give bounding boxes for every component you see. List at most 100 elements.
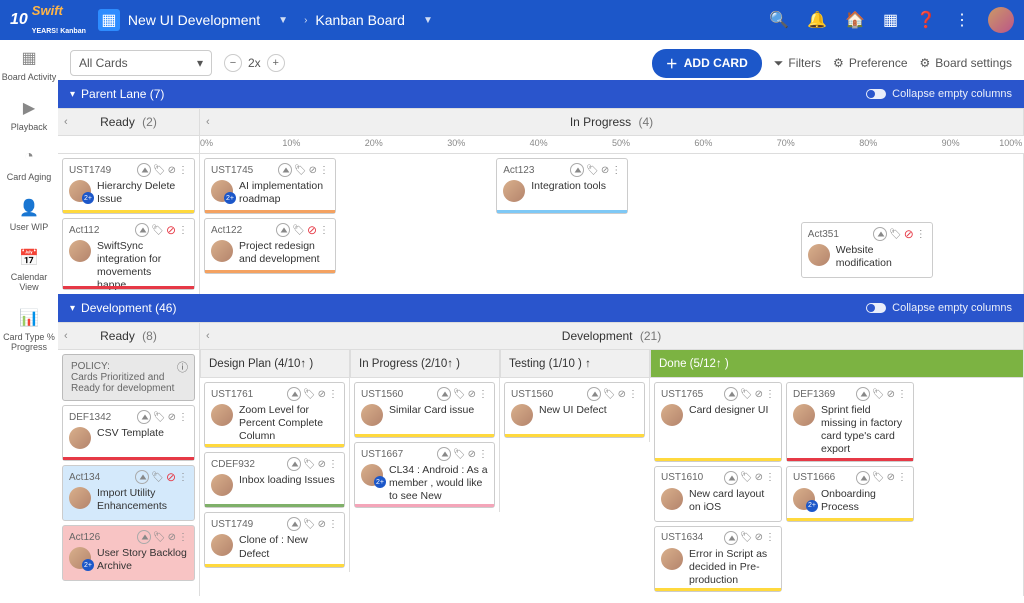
chevron-down-icon[interactable]: ▼ xyxy=(278,15,288,26)
kebab-icon[interactable]: ⋮ xyxy=(178,472,188,483)
filters-button[interactable]: ⏷Filters xyxy=(774,56,821,71)
tag-icon[interactable]: 🏷 xyxy=(153,412,166,423)
hierarchy-icon[interactable] xyxy=(287,387,301,401)
kebab-icon[interactable]: ⋮ xyxy=(478,389,488,400)
kanban-card[interactable]: Act123 🏷 ⊘ ⋮ Integration tools xyxy=(496,158,628,214)
tag-icon[interactable]: 🏷 xyxy=(292,225,305,236)
apps-icon[interactable]: ▦ xyxy=(883,10,898,30)
hierarchy-icon[interactable] xyxy=(137,410,151,424)
sidebar-item-card-aging[interactable]: ◔Card Aging xyxy=(0,148,58,182)
subcolumn-testing[interactable]: Testing (1/10 ) ↑ xyxy=(500,350,650,378)
assignee-avatar[interactable] xyxy=(211,180,233,202)
assignee-avatar[interactable] xyxy=(808,244,830,266)
kanban-card[interactable]: UST1634 🏷 ⊘ ⋮ Error in Script as decided… xyxy=(654,526,782,592)
zoom-in-button[interactable]: + xyxy=(267,54,285,72)
assignee-avatar[interactable] xyxy=(661,404,683,426)
assignee-avatar[interactable] xyxy=(69,547,91,569)
tag-icon[interactable]: 🏷 xyxy=(294,165,307,176)
tag-icon[interactable]: 🏷 xyxy=(153,165,166,176)
tag-icon[interactable]: 🏷 xyxy=(151,472,164,483)
chevron-down-icon[interactable]: ▼ xyxy=(423,15,433,26)
kebab-icon[interactable]: ⋮ xyxy=(628,389,638,400)
hierarchy-icon[interactable] xyxy=(724,471,738,485)
kanban-card[interactable]: UST1745 🏷 ⊘ ⋮ AI implementation roadmap xyxy=(204,158,336,214)
user-avatar[interactable] xyxy=(988,7,1014,33)
kanban-card[interactable]: UST1765 🏷 ⊘ ⋮ Card designer UI xyxy=(654,382,782,462)
assignee-avatar[interactable] xyxy=(511,404,533,426)
preference-button[interactable]: ⚙Preference xyxy=(833,56,907,70)
kebab-icon[interactable]: ⋮ xyxy=(328,459,338,470)
tag-icon[interactable]: 🏷 xyxy=(872,389,885,400)
collapse-toggle[interactable] xyxy=(866,303,886,313)
column-header-development[interactable]: ‹ Development (21) xyxy=(200,323,1024,349)
hierarchy-icon[interactable] xyxy=(724,531,738,545)
column-header-ready[interactable]: ‹ Ready (2) xyxy=(58,109,200,135)
assignee-avatar[interactable] xyxy=(211,474,233,496)
hierarchy-icon[interactable] xyxy=(873,227,887,241)
kebab-icon[interactable]: ⋮ xyxy=(319,225,329,236)
search-icon[interactable]: 🔍 xyxy=(769,10,789,30)
tag-icon[interactable]: 🏷 xyxy=(303,459,316,470)
sidebar-item-calendar[interactable]: 📅Calendar View xyxy=(0,248,58,292)
tag-icon[interactable]: 🏷 xyxy=(153,532,166,543)
tag-icon[interactable]: 🏷 xyxy=(740,472,753,483)
kebab-icon[interactable]: ⋮ xyxy=(611,165,621,176)
tag-icon[interactable]: 🏷 xyxy=(453,389,466,400)
assignee-avatar[interactable] xyxy=(211,404,233,426)
subcolumn-design[interactable]: Design Plan (4/10↑ ) xyxy=(200,350,350,378)
kanban-card[interactable]: UST1610 🏷 ⊘ ⋮ New card layout on iOS xyxy=(654,466,782,522)
assignee-avatar[interactable] xyxy=(69,427,91,449)
kanban-card[interactable]: UST1749 🏷 ⊘ ⋮ Clone of : New Defect xyxy=(204,512,345,568)
assignee-avatar[interactable] xyxy=(69,180,91,202)
info-icon[interactable]: ⓘ xyxy=(177,359,188,375)
hierarchy-icon[interactable] xyxy=(135,470,149,484)
column-header-inprogress[interactable]: ‹ In Progress (4) xyxy=(200,109,1024,135)
board-settings-button[interactable]: ⚙Board settings xyxy=(920,56,1012,70)
kanban-card[interactable]: UST1749 🏷 ⊘ ⋮ Hierarchy Delete Issue xyxy=(62,158,195,214)
hierarchy-icon[interactable] xyxy=(137,530,151,544)
home-icon[interactable]: 🏠 xyxy=(845,10,865,30)
kebab-icon[interactable]: ⋮ xyxy=(178,225,188,236)
kebab-icon[interactable]: ⋮ xyxy=(178,165,188,176)
kebab-icon[interactable]: ⋮ xyxy=(765,472,775,483)
lane-header-development[interactable]: ▾ Development (46) Collapse empty column… xyxy=(58,294,1024,322)
hierarchy-icon[interactable] xyxy=(135,223,149,237)
sidebar-item-board-activity[interactable]: ▦Board Activity xyxy=(0,48,58,82)
kanban-card[interactable]: CDEF932 🏷 ⊘ ⋮ Inbox loading Issues xyxy=(204,452,345,508)
subcolumn-done[interactable]: Done (5/12↑ ) xyxy=(650,350,1024,378)
kanban-card[interactable]: UST1666 🏷 ⊘ ⋮ Onboarding Process xyxy=(786,466,914,522)
hierarchy-icon[interactable] xyxy=(587,387,601,401)
tag-icon[interactable]: 🏷 xyxy=(740,532,753,543)
tag-icon[interactable]: 🏷 xyxy=(889,229,902,240)
hierarchy-icon[interactable] xyxy=(437,387,451,401)
tag-icon[interactable]: 🏷 xyxy=(603,389,616,400)
lane-header-parent[interactable]: ▾ Parent Lane (7) Collapse empty columns xyxy=(58,80,1024,108)
tag-icon[interactable]: 🏷 xyxy=(303,389,316,400)
assignee-avatar[interactable] xyxy=(503,180,525,202)
kanban-card[interactable]: Act126 🏷 ⊘ ⋮ User Story Backlog Archive xyxy=(62,525,195,581)
assignee-avatar[interactable] xyxy=(211,240,233,262)
help-icon[interactable]: ❓ xyxy=(916,10,936,30)
kebab-icon[interactable]: ⋮ xyxy=(178,532,188,543)
assignee-avatar[interactable] xyxy=(793,404,815,426)
hierarchy-icon[interactable] xyxy=(287,457,301,471)
kanban-card[interactable]: UST1667 🏷 ⊘ ⋮ CL34 : Android : As a memb… xyxy=(354,442,495,508)
kanban-card[interactable]: UST1560 🏷 ⊘ ⋮ Similar Card issue xyxy=(354,382,495,438)
collapse-toggle[interactable] xyxy=(866,89,886,99)
kebab-icon[interactable]: ⋮ xyxy=(897,472,907,483)
kanban-card[interactable]: DEF1342 🏷 ⊘ ⋮ CSV Template xyxy=(62,405,195,461)
kebab-icon[interactable]: ⋮ xyxy=(478,449,488,460)
tag-icon[interactable]: 🏷 xyxy=(586,165,599,176)
kanban-card[interactable]: UST1560 🏷 ⊘ ⋮ New UI Defect xyxy=(504,382,645,438)
hierarchy-icon[interactable] xyxy=(856,387,870,401)
hierarchy-icon[interactable] xyxy=(137,163,151,177)
zoom-out-button[interactable]: − xyxy=(224,54,242,72)
tag-icon[interactable]: 🏷 xyxy=(872,472,885,483)
kanban-card[interactable]: Act351 🏷 ⊘ ⋮ Website modification xyxy=(801,222,933,278)
kebab-icon[interactable]: ⋮ xyxy=(319,165,329,176)
kanban-card[interactable]: Act122 🏷 ⊘ ⋮ Project redesign and develo… xyxy=(204,218,336,274)
subcolumn-inprogress[interactable]: In Progress (2/10↑ ) xyxy=(350,350,500,378)
assignee-avatar[interactable] xyxy=(661,488,683,510)
kebab-icon[interactable]: ⋮ xyxy=(916,229,926,240)
hierarchy-icon[interactable] xyxy=(437,447,451,461)
